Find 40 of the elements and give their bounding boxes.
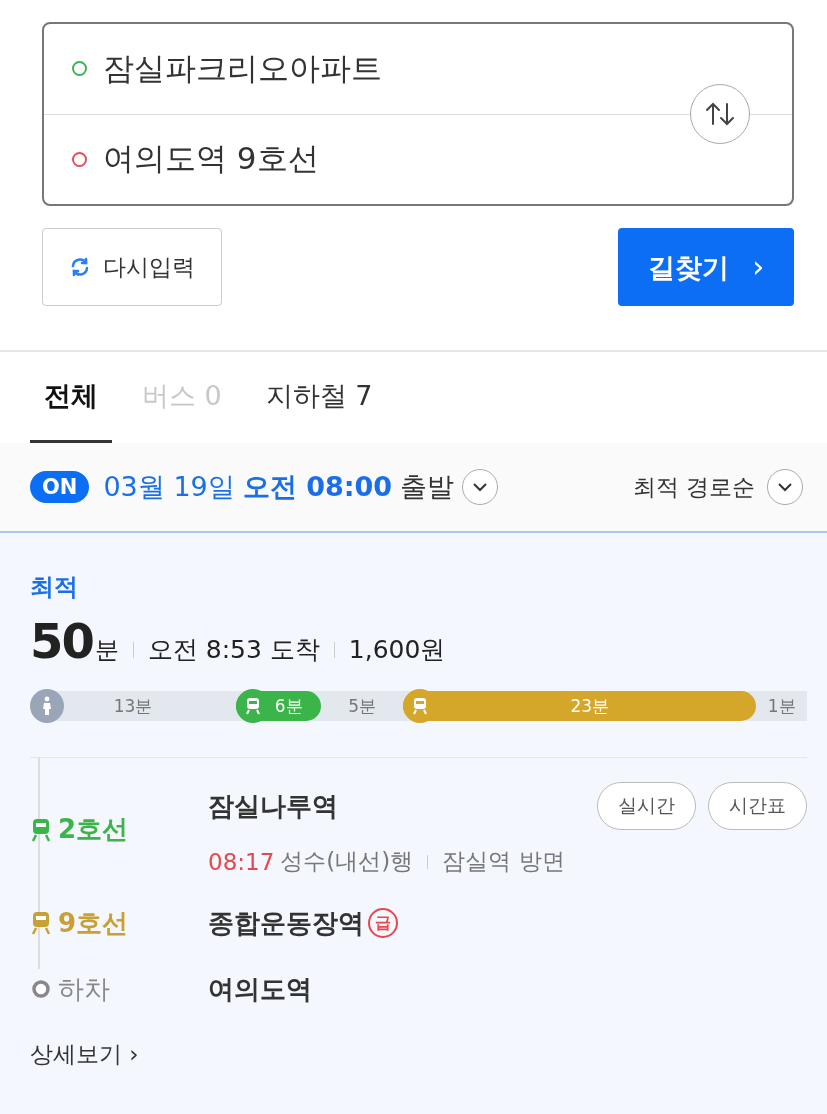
segment-duration: 6분 <box>274 694 303 718</box>
line-name: 하차 <box>58 972 110 1006</box>
refresh-icon <box>69 256 91 278</box>
line-name: 2호선 <box>58 813 129 846</box>
segment-duration: 13분 <box>113 694 153 718</box>
segment-duration: 1분 <box>767 694 796 718</box>
destination-field[interactable]: 여의도역 9호선 <box>103 138 319 181</box>
reset-button[interactable]: 다시입력 <box>42 228 222 306</box>
tab[interactable]: 지하철 7 <box>251 364 387 443</box>
swap-arrows-icon <box>703 101 737 127</box>
express-badge: 급 <box>368 908 398 938</box>
arrival-time: 오전 8:53 도착 <box>147 634 320 666</box>
departure-time: 08:17 <box>208 848 275 875</box>
chevron-down-icon[interactable] <box>462 469 499 505</box>
duration-value: 50 <box>30 613 93 669</box>
best-route-label: 최적 <box>30 572 79 603</box>
details-link[interactable]: 상세보기 › <box>30 1039 139 1070</box>
schedule-button[interactable]: 실시간 <box>597 782 696 830</box>
station-name: 잠실나루역 <box>208 789 338 823</box>
platform-direction: 잠실역 방면 <box>442 847 565 876</box>
train-icon <box>30 911 52 935</box>
duration-unit: 분 <box>94 635 119 666</box>
segment-duration: 5분 <box>348 694 377 718</box>
departure-label: 출발 <box>400 470 455 504</box>
departure-time[interactable]: 오전 08:00 <box>242 469 393 505</box>
departure-date[interactable]: 03월 19일 <box>103 469 235 505</box>
on-toggle[interactable]: ON <box>30 471 90 503</box>
fare: 1,600원 <box>348 634 446 666</box>
schedule-button[interactable]: 시간표 <box>708 782 807 830</box>
station-name: 종합운동장역 <box>208 906 364 940</box>
alight-circle-icon <box>30 977 52 1001</box>
sort-option[interactable]: 최적 경로순 <box>632 471 755 503</box>
segment-duration: 23분 <box>570 694 609 718</box>
origin-field[interactable]: 잠실파크리오아파트 <box>103 47 382 90</box>
chevron-down-icon[interactable] <box>767 469 803 505</box>
find-route-button[interactable]: 길찾기 › <box>618 228 794 306</box>
station-name: 여의도역 <box>208 972 312 1006</box>
train-direction: 성수(내선)행 <box>280 847 414 876</box>
train-icon <box>30 817 52 842</box>
line-name: 9호선 <box>58 906 129 940</box>
